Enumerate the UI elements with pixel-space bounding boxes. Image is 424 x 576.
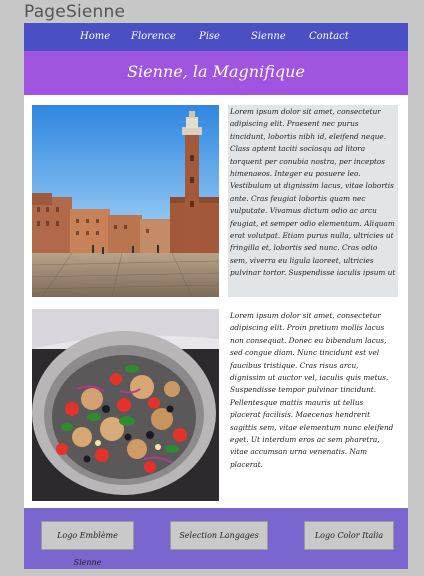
main-content: Lorem ipsum dolor sit amet, consectetur … <box>24 95 408 508</box>
nav-item-contact[interactable]: Contact <box>309 31 349 42</box>
nav-item-sienne[interactable]: Sienne <box>251 31 286 42</box>
piazza-photo <box>32 105 219 297</box>
nav-item-pise[interactable]: Pise <box>199 31 220 42</box>
section-text-1: Lorem ipsum dolor sit amet, consectetur … <box>228 105 398 297</box>
logo-emblem-button[interactable]: Logo Emblème Sienne <box>41 521 134 567</box>
nav-item-home[interactable]: Home <box>80 31 110 42</box>
salad-photo <box>32 309 219 501</box>
page-title: Sienne, la Magnifique <box>127 62 305 81</box>
section-text-2: Lorem ipsum dolor sit amet, consectetur … <box>228 309 398 501</box>
language-selection-button[interactable]: Selection Langages <box>170 521 268 550</box>
hero-banner: Sienne, la Magnifique <box>24 51 408 95</box>
footer: Logo Emblème Sienne Selection Langages L… <box>24 508 408 569</box>
site-logo: PageSienne <box>24 2 126 22</box>
nav-item-florence[interactable]: Florence <box>131 31 176 42</box>
logo-color-italia-button[interactable]: Logo Color Italia <box>304 521 394 550</box>
page-wrapper: Home Florence Pise Sienne Contact Sienne… <box>24 23 408 569</box>
top-navbar: Home Florence Pise Sienne Contact <box>24 23 408 51</box>
